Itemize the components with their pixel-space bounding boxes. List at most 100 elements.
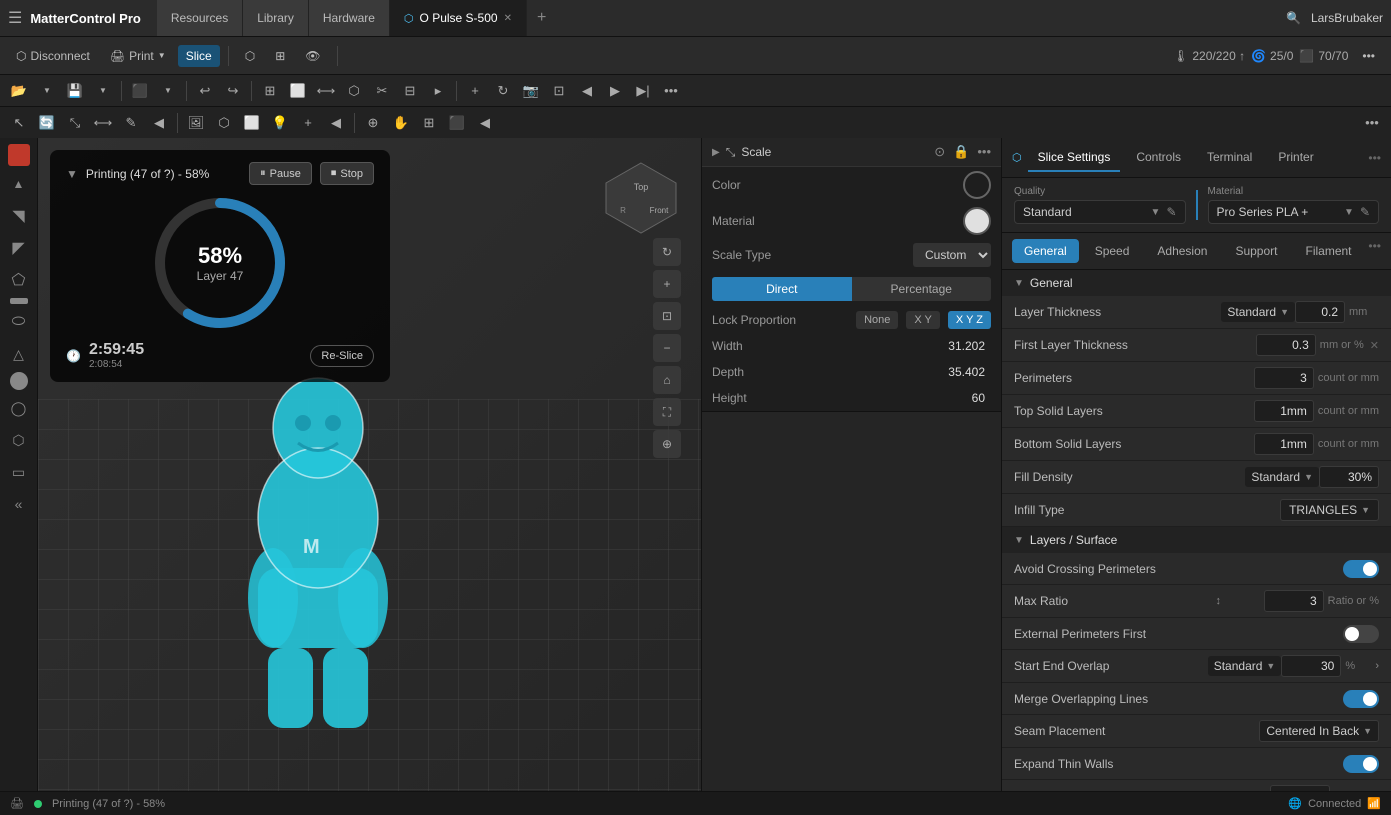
merge-overlapping-toggle[interactable] (1343, 690, 1379, 708)
tab-terminal[interactable]: Terminal (1197, 144, 1262, 172)
shape-torus[interactable]: ◯ (5, 394, 33, 422)
pan-icon[interactable]: ✋ (388, 110, 414, 136)
tab-pulse-close[interactable]: ✕ (504, 13, 512, 24)
max-ratio-input[interactable] (1264, 590, 1324, 612)
undo-icon[interactable]: ↩ (192, 78, 218, 104)
scale-type-select[interactable]: Custom (913, 243, 991, 267)
3d-view-area[interactable]: M ▼ Printing (47 of ?) - 58% ⏸ Pause ⏹ (38, 138, 701, 791)
tab-library[interactable]: Library (243, 0, 309, 36)
coast-at-end-input[interactable] (1270, 785, 1330, 791)
nav-adhesion[interactable]: Adhesion (1145, 239, 1219, 263)
material-swatch[interactable] (963, 207, 991, 235)
stop-button[interactable]: ⏹ Stop (320, 162, 374, 185)
photo-icon[interactable]: 🖼 (183, 110, 209, 136)
shape-chevron[interactable]: « (5, 490, 33, 518)
mirror-icon[interactable]: ⟷ (313, 78, 339, 104)
more-button[interactable]: ••• (1354, 45, 1383, 67)
search-icon[interactable]: 🔍 (1286, 11, 1301, 25)
shape-square[interactable] (8, 144, 30, 166)
grid-icon[interactable]: ⊞ (257, 78, 283, 104)
avoid-crossing-toggle[interactable] (1343, 560, 1379, 578)
scale-header[interactable]: ▶ ⤡ Scale ⊙ 🔒 ••• (702, 138, 1001, 166)
view-cube[interactable]: Top Front R (601, 158, 681, 238)
height-input[interactable] (772, 388, 991, 408)
material-edit-icon[interactable]: ✎ (1360, 205, 1370, 219)
hamburger-menu[interactable]: ☰ (8, 8, 22, 28)
prev-icon[interactable]: ◀ (574, 78, 600, 104)
zoom-fit[interactable]: ⊡ (653, 302, 681, 330)
ground-icon[interactable]: ⬛ (444, 110, 470, 136)
external-perimeters-toggle[interactable] (1343, 625, 1379, 643)
zoom-out[interactable]: − (653, 334, 681, 362)
slice-button[interactable]: Slice (178, 45, 220, 67)
render-icon[interactable]: 💡 (267, 110, 293, 136)
open-icon[interactable]: 📂 (6, 78, 32, 104)
rotate-icon[interactable]: 🔄 (34, 110, 60, 136)
scale-reset-btn[interactable]: ⊙ (934, 144, 945, 160)
first-layer-input[interactable] (1256, 334, 1316, 356)
tab-slice-settings[interactable]: Slice Settings (1028, 144, 1121, 172)
overflow-icon[interactable]: ••• (1359, 110, 1385, 136)
open-caret[interactable]: ▼ (34, 78, 60, 104)
general-section-header[interactable]: ▼ General (1002, 270, 1391, 296)
overlay-collapse-btn[interactable]: ▼ (66, 167, 78, 181)
cut-icon[interactable]: ✂ (369, 78, 395, 104)
align-icon[interactable]: ⬜ (285, 78, 311, 104)
print-button[interactable]: 🖨 Print ▼ (102, 45, 174, 67)
3d-view-button[interactable]: ⬡ (237, 45, 263, 67)
layer-view-button[interactable]: ⊞ (267, 45, 293, 67)
fullscreen[interactable]: ⛶ (653, 398, 681, 426)
shape-sphere[interactable] (10, 372, 28, 390)
lock-xyz[interactable]: X Y Z (948, 311, 991, 329)
scale-icon[interactable]: ⤡ (62, 110, 88, 136)
first-layer-close[interactable]: ✕ (1370, 339, 1379, 352)
scale-more-btn[interactable]: ••• (977, 144, 991, 160)
orbit-up[interactable]: ↻ (653, 238, 681, 266)
fill-density-input[interactable] (1319, 466, 1379, 488)
snap-icon[interactable]: ⊞ (416, 110, 442, 136)
layer-thickness-select[interactable]: Standard ▼ (1221, 302, 1295, 322)
seam-placement-select[interactable]: Centered In Back ▼ (1259, 720, 1379, 742)
tab-resources[interactable]: Resources (157, 0, 243, 36)
nav-overflow[interactable]: ••• (1368, 239, 1381, 263)
tab-hardware[interactable]: Hardware (309, 0, 390, 36)
infill-type-select[interactable]: TRIANGLES ▼ (1280, 499, 1379, 521)
shape-bar[interactable] (10, 298, 28, 304)
width-input[interactable] (772, 336, 991, 356)
camera-icon[interactable]: 📷 (518, 78, 544, 104)
start-end-input[interactable] (1281, 655, 1341, 677)
select-icon[interactable]: ↖ (6, 110, 32, 136)
dots-icon[interactable]: ••• (658, 78, 684, 104)
slice-icon[interactable]: ⬡ (341, 78, 367, 104)
add-tab-button[interactable]: + (527, 0, 556, 36)
next-icon[interactable]: ▶ (602, 78, 628, 104)
shape-ring[interactable]: ⬡ (5, 426, 33, 454)
nav-general[interactable]: General (1012, 239, 1079, 263)
arrow-icon[interactable]: ◀ (323, 110, 349, 136)
coast-at-end-close[interactable]: ✕ (1370, 790, 1379, 792)
bed-caret[interactable]: ▼ (155, 78, 181, 104)
tab-controls[interactable]: Controls (1126, 144, 1191, 172)
shape-cone[interactable]: △ (5, 340, 33, 368)
shape-rtriangle2[interactable]: ◤ (5, 234, 33, 262)
bed-icon-btn[interactable]: ⬛ (127, 78, 153, 104)
percentage-tab[interactable]: Percentage (852, 277, 992, 301)
material-icon[interactable]: ⬜ (239, 110, 265, 136)
shape-tube[interactable]: ▭ (5, 458, 33, 486)
orbit-target[interactable]: ⊕ (653, 430, 681, 458)
nav-support[interactable]: Support (1223, 239, 1289, 263)
shape-triangle[interactable]: ▲ (5, 170, 33, 198)
top-solid-input[interactable] (1254, 400, 1314, 422)
layer-thickness-input[interactable] (1295, 301, 1345, 323)
split-icon[interactable]: ⊡ (546, 78, 572, 104)
lock-xy[interactable]: X Y (906, 311, 940, 329)
quality-select[interactable]: Standard ▼ ✎ (1014, 200, 1186, 224)
shape-cylinder[interactable]: ⬭ (5, 308, 33, 336)
3d-object[interactable]: M (188, 368, 448, 751)
start-end-overlap-select[interactable]: Standard ▼ (1208, 656, 1282, 676)
home-view[interactable]: ⌂ (653, 366, 681, 394)
mirror2-icon[interactable]: ⟷ (90, 110, 116, 136)
bottom-solid-input[interactable] (1254, 433, 1314, 455)
end-icon[interactable]: ▶| (630, 78, 656, 104)
collapse2-icon[interactable]: ◀ (472, 110, 498, 136)
